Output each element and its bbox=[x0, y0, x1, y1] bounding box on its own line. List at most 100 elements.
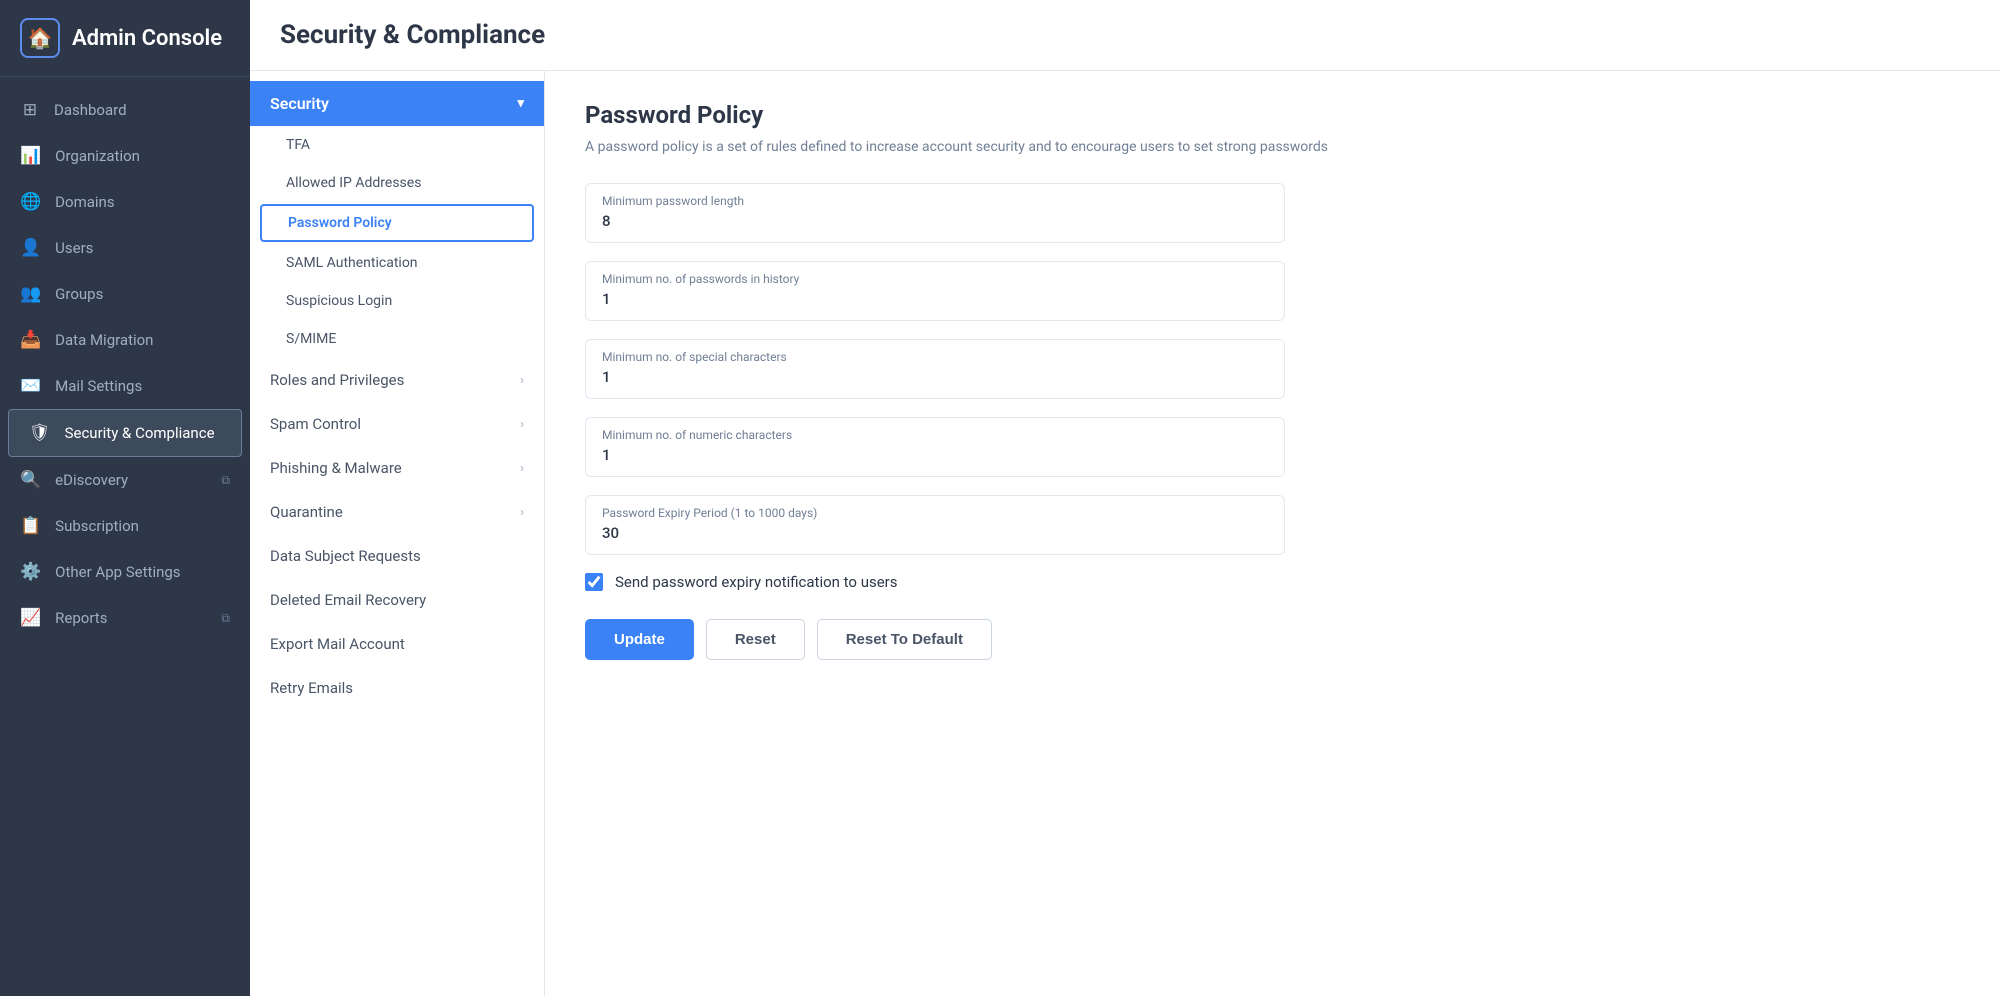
sub-nav-item-label: Retry Emails bbox=[270, 679, 353, 697]
form-field-value-password-expiry: 30 bbox=[602, 524, 1268, 542]
form-field-value-min-passwords-history: 1 bbox=[602, 290, 1268, 308]
sub-nav: Security ▾ TFAAllowed IP AddressesPasswo… bbox=[250, 71, 545, 996]
sub-nav-item-phishing-malware[interactable]: Phishing & Malware › bbox=[250, 446, 544, 490]
domains-icon: 🌐 bbox=[20, 192, 41, 212]
sub-nav-child-saml[interactable]: SAML Authentication bbox=[250, 244, 544, 282]
top-header: Security & Compliance bbox=[250, 0, 2000, 71]
sub-nav-item-label: Data Subject Requests bbox=[270, 547, 421, 565]
sub-nav-item-data-subject-requests[interactable]: Data Subject Requests bbox=[250, 534, 544, 578]
sub-nav-child-tfa[interactable]: TFA bbox=[250, 126, 544, 164]
sidebar-item-label: Reports bbox=[55, 609, 107, 627]
sidebar-item-label: Domains bbox=[55, 193, 114, 211]
sidebar-item-label: Dashboard bbox=[54, 101, 127, 119]
sidebar-item-label: Organization bbox=[55, 147, 140, 165]
groups-icon: 👥 bbox=[20, 284, 41, 304]
sidebar-nav: ⊞ Dashboard 📊 Organization 🌐 Domains 👤 U… bbox=[0, 77, 250, 996]
form-field-label-min-password-length: Minimum password length bbox=[602, 194, 1268, 208]
content-area: Security ▾ TFAAllowed IP AddressesPasswo… bbox=[250, 71, 2000, 996]
detail-title: Password Policy bbox=[585, 101, 1960, 129]
sidebar-item-dashboard[interactable]: ⊞ Dashboard bbox=[0, 87, 250, 133]
chevron-down-icon: ▾ bbox=[517, 96, 524, 111]
other-app-settings-icon: ⚙️ bbox=[20, 562, 41, 582]
organization-icon: 📊 bbox=[20, 146, 41, 166]
sidebar-item-organization[interactable]: 📊 Organization bbox=[0, 133, 250, 179]
form-field-label-min-special-chars: Minimum no. of special characters bbox=[602, 350, 1268, 364]
sub-nav-item-label: Export Mail Account bbox=[270, 635, 405, 653]
sub-nav-child-suspicious-login[interactable]: Suspicious Login bbox=[250, 282, 544, 320]
sidebar-item-subscription[interactable]: 📋 Subscription bbox=[0, 503, 250, 549]
chevron-right-icon: › bbox=[520, 461, 524, 476]
sidebar-item-label: Other App Settings bbox=[55, 563, 180, 581]
form-field-min-numeric-chars[interactable]: Minimum no. of numeric characters 1 bbox=[585, 417, 1285, 477]
sub-nav-item-label: Roles and Privileges bbox=[270, 371, 404, 389]
dashboard-icon: ⊞ bbox=[20, 100, 40, 120]
sidebar-header: 🏠 Admin Console bbox=[0, 0, 250, 77]
chevron-right-icon: › bbox=[520, 373, 524, 388]
sidebar-item-domains[interactable]: 🌐 Domains bbox=[0, 179, 250, 225]
external-link-icon: ⧉ bbox=[221, 611, 230, 626]
sidebar-item-other-app-settings[interactable]: ⚙️ Other App Settings bbox=[0, 549, 250, 595]
page-title: Security & Compliance bbox=[280, 20, 1970, 50]
detail-panel: Password Policy A password policy is a s… bbox=[545, 71, 2000, 996]
form-field-password-expiry[interactable]: Password Expiry Period (1 to 1000 days) … bbox=[585, 495, 1285, 555]
sidebar-item-data-migration[interactable]: 📥 Data Migration bbox=[0, 317, 250, 363]
detail-description: A password policy is a set of rules defi… bbox=[585, 139, 1335, 155]
sub-nav-item-quarantine[interactable]: Quarantine › bbox=[250, 490, 544, 534]
sidebar: 🏠 Admin Console ⊞ Dashboard 📊 Organizati… bbox=[0, 0, 250, 996]
update-button[interactable]: Update bbox=[585, 619, 694, 660]
reports-icon: 📈 bbox=[20, 608, 41, 628]
sub-nav-item-spam-control[interactable]: Spam Control › bbox=[250, 402, 544, 446]
sub-nav-child-smime[interactable]: S/MIME bbox=[250, 320, 544, 358]
sub-nav-section-security[interactable]: Security ▾ bbox=[250, 81, 544, 126]
form-fields: Minimum password length 8 Minimum no. of… bbox=[585, 183, 1960, 555]
sub-nav-item-retry-emails[interactable]: Retry Emails bbox=[250, 666, 544, 710]
form-field-value-min-special-chars: 1 bbox=[602, 368, 1268, 386]
form-field-label-password-expiry: Password Expiry Period (1 to 1000 days) bbox=[602, 506, 1268, 520]
sidebar-item-label: Data Migration bbox=[55, 331, 153, 349]
sidebar-item-reports[interactable]: 📈 Reports ⧉ bbox=[0, 595, 250, 641]
sub-nav-item-label: Spam Control bbox=[270, 415, 361, 433]
sidebar-item-label: eDiscovery bbox=[55, 471, 128, 489]
sidebar-item-groups[interactable]: 👥 Groups bbox=[0, 271, 250, 317]
mail-settings-icon: ✉️ bbox=[20, 376, 41, 396]
form-field-label-min-passwords-history: Minimum no. of passwords in history bbox=[602, 272, 1268, 286]
sidebar-item-label: Security & Compliance bbox=[65, 424, 215, 442]
ediscovery-icon: 🔍 bbox=[20, 470, 41, 490]
sidebar-item-label: Users bbox=[55, 239, 93, 257]
form-field-value-min-numeric-chars: 1 bbox=[602, 446, 1268, 464]
sub-nav-item-label: Phishing & Malware bbox=[270, 459, 402, 477]
button-row: Update Reset Reset To Default bbox=[585, 619, 1960, 660]
sub-nav-child-allowed-ip[interactable]: Allowed IP Addresses bbox=[250, 164, 544, 202]
sidebar-item-ediscovery[interactable]: 🔍 eDiscovery ⧉ bbox=[0, 457, 250, 503]
app-title: Admin Console bbox=[72, 26, 222, 51]
reset-button[interactable]: Reset bbox=[706, 619, 805, 660]
sidebar-item-label: Mail Settings bbox=[55, 377, 142, 395]
checkbox-row: Send password expiry notification to use… bbox=[585, 573, 1960, 591]
users-icon: 👤 bbox=[20, 238, 41, 258]
send-expiry-notification-label: Send password expiry notification to use… bbox=[615, 573, 898, 591]
form-field-min-passwords-history[interactable]: Minimum no. of passwords in history 1 bbox=[585, 261, 1285, 321]
security-compliance-icon: 🛡 bbox=[29, 423, 51, 443]
sidebar-item-users[interactable]: 👤 Users bbox=[0, 225, 250, 271]
sub-nav-item-deleted-email-recovery[interactable]: Deleted Email Recovery bbox=[250, 578, 544, 622]
main-area: Security & Compliance Security ▾ TFAAllo… bbox=[250, 0, 2000, 996]
form-field-min-special-chars[interactable]: Minimum no. of special characters 1 bbox=[585, 339, 1285, 399]
sub-nav-item-label: Quarantine bbox=[270, 503, 343, 521]
send-expiry-notification-checkbox[interactable] bbox=[585, 573, 603, 591]
sub-nav-item-label: Deleted Email Recovery bbox=[270, 591, 426, 609]
sidebar-item-security-compliance[interactable]: 🛡 Security & Compliance bbox=[8, 409, 242, 457]
form-field-min-password-length[interactable]: Minimum password length 8 bbox=[585, 183, 1285, 243]
sub-nav-item-roles-privileges[interactable]: Roles and Privileges › bbox=[250, 358, 544, 402]
chevron-right-icon: › bbox=[520, 505, 524, 520]
sidebar-item-mail-settings[interactable]: ✉️ Mail Settings bbox=[0, 363, 250, 409]
chevron-right-icon: › bbox=[520, 417, 524, 432]
app-logo-icon: 🏠 bbox=[20, 18, 60, 58]
sidebar-item-label: Subscription bbox=[55, 517, 139, 535]
reset-to-default-button[interactable]: Reset To Default bbox=[817, 619, 992, 660]
form-field-value-min-password-length: 8 bbox=[602, 212, 1268, 230]
subscription-icon: 📋 bbox=[20, 516, 41, 536]
sub-nav-child-password-policy[interactable]: Password Policy bbox=[260, 204, 534, 242]
external-link-icon: ⧉ bbox=[221, 473, 230, 488]
sub-nav-item-export-mail-account[interactable]: Export Mail Account bbox=[250, 622, 544, 666]
sub-nav-children-security: TFAAllowed IP AddressesPassword PolicySA… bbox=[250, 126, 544, 358]
